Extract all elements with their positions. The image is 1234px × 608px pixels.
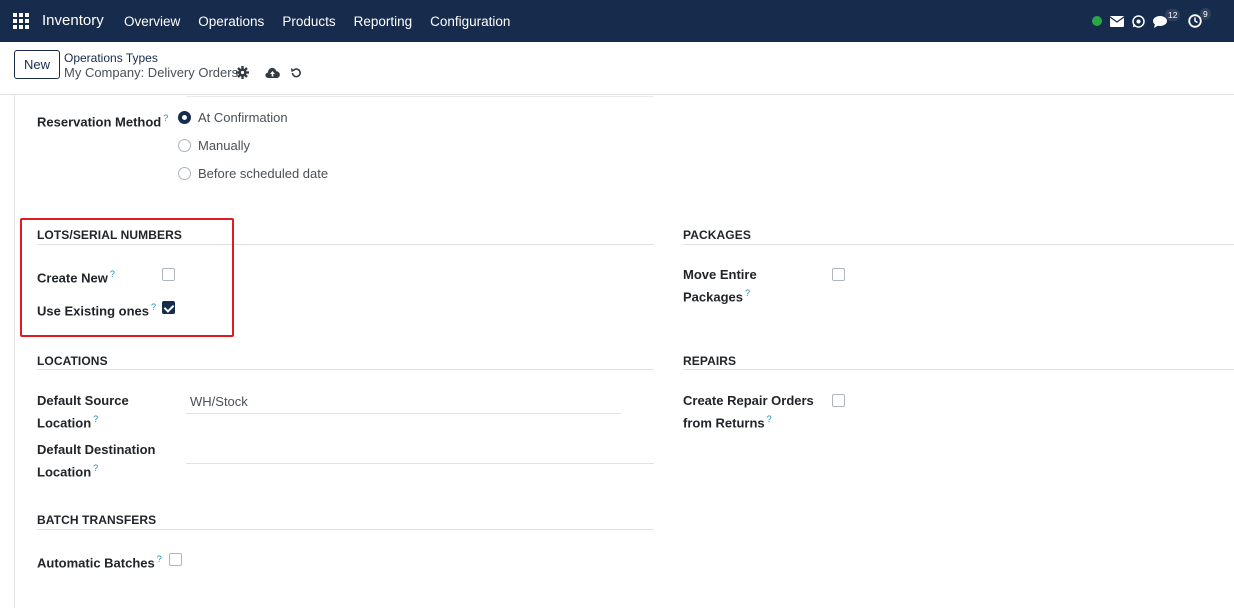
- use-existing-label: Use Existing ones?: [37, 302, 156, 319]
- section-divider: [37, 529, 654, 530]
- repairs-section-title: REPAIRS: [683, 354, 737, 368]
- systray: 12 9: [1092, 0, 1212, 42]
- discard-undo-icon[interactable]: [290, 67, 302, 79]
- menu-overview[interactable]: Overview: [124, 14, 180, 29]
- default-destination-location-input[interactable]: [190, 443, 650, 461]
- section-divider: [37, 369, 654, 370]
- radio-unchecked-icon[interactable]: [178, 139, 191, 152]
- activities-count-badge: 9: [1200, 8, 1211, 20]
- breadcrumb-parent-link[interactable]: Operations Types: [64, 51, 158, 65]
- whatsapp-icon[interactable]: [1132, 14, 1145, 28]
- messages-count-badge: 12: [1165, 8, 1181, 21]
- new-button[interactable]: New: [14, 50, 60, 79]
- record-actions: [236, 66, 312, 79]
- packages-section-title: PACKAGES: [683, 228, 751, 242]
- radio-checked-icon[interactable]: [178, 111, 191, 124]
- create-new-label: Create New?: [37, 269, 115, 286]
- radio-at-confirmation[interactable]: At Confirmation: [178, 110, 288, 125]
- use-existing-checkbox[interactable]: [162, 301, 175, 314]
- move-entire-packages-checkbox[interactable]: [832, 268, 845, 281]
- online-status-icon: [1092, 16, 1102, 26]
- help-icon[interactable]: ?: [110, 269, 115, 279]
- default-destination-location-label: Default Destination Location?: [37, 442, 156, 480]
- menu-operations[interactable]: Operations: [198, 14, 264, 29]
- help-icon[interactable]: ?: [745, 288, 750, 298]
- help-icon[interactable]: ?: [157, 554, 162, 564]
- section-divider: [683, 244, 1234, 245]
- section-divider: [37, 244, 654, 245]
- app-name[interactable]: Inventory: [42, 12, 104, 29]
- radio-manually[interactable]: Manually: [178, 138, 250, 153]
- main-menu: Overview Operations Products Reporting C…: [124, 14, 528, 29]
- input-underline: [186, 463, 654, 464]
- create-repair-orders-label: Create Repair Orders from Returns?: [683, 393, 814, 431]
- reservation-method-label: Reservation Method?: [37, 113, 169, 130]
- menu-products[interactable]: Products: [282, 14, 335, 29]
- locations-section-title: LOCATIONS: [37, 354, 108, 368]
- lots-section-title: LOTS/SERIAL NUMBERS: [37, 228, 183, 242]
- breadcrumb-current-record: My Company: Delivery Orders: [64, 65, 239, 80]
- default-source-location-label: Default Source Location?: [37, 393, 129, 431]
- batch-transfers-section-title: BATCH TRANSFERS: [37, 513, 157, 527]
- default-source-location-input[interactable]: WH/Stock: [190, 394, 248, 409]
- radio-before-scheduled-date[interactable]: Before scheduled date: [178, 166, 328, 181]
- help-icon[interactable]: ?: [151, 302, 156, 312]
- envelope-icon[interactable]: [1110, 15, 1124, 27]
- apps-menu-icon[interactable]: [13, 13, 29, 29]
- radio-unchecked-icon[interactable]: [178, 167, 191, 180]
- create-new-checkbox[interactable]: [162, 268, 175, 281]
- move-entire-packages-label: Move Entire Packages?: [683, 267, 757, 305]
- help-icon[interactable]: ?: [93, 414, 98, 424]
- control-panel: New Operations Types My Company: Deliver…: [0, 42, 1234, 95]
- input-underline: [186, 413, 621, 414]
- divider: [186, 96, 654, 97]
- automatic-batches-label: Automatic Batches?: [37, 554, 162, 571]
- cloud-upload-icon[interactable]: [265, 67, 280, 79]
- automatic-batches-checkbox[interactable]: [169, 553, 182, 566]
- gear-icon[interactable]: [236, 66, 249, 79]
- section-divider: [683, 369, 1234, 370]
- help-icon[interactable]: ?: [767, 414, 772, 424]
- chat-bubbles-icon[interactable]: 12: [1153, 8, 1181, 28]
- menu-configuration[interactable]: Configuration: [430, 14, 510, 29]
- help-icon[interactable]: ?: [163, 113, 168, 123]
- menu-reporting[interactable]: Reporting: [354, 14, 413, 29]
- help-icon[interactable]: ?: [93, 463, 98, 473]
- create-repair-orders-checkbox[interactable]: [832, 394, 845, 407]
- activity-clock-icon[interactable]: 9: [1188, 8, 1211, 28]
- top-navbar: Inventory Overview Operations Products R…: [0, 0, 1234, 42]
